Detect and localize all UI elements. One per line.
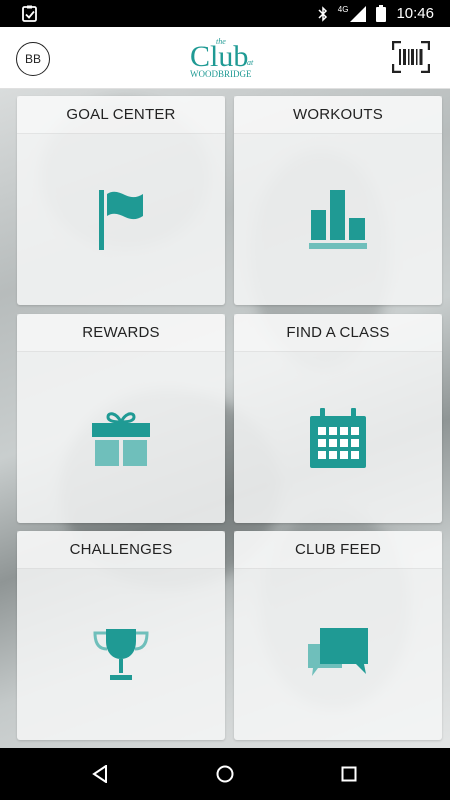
trophy-icon xyxy=(93,628,149,680)
tile-title: WORKOUTS xyxy=(234,96,442,134)
recents-button[interactable] xyxy=(335,760,363,788)
network-type-label: 4G xyxy=(337,5,349,14)
find-a-class-tile[interactable]: FIND A CLASS xyxy=(234,314,442,523)
goal-center-tile[interactable]: GOAL CENTER xyxy=(17,96,225,305)
tile-title: FIND A CLASS xyxy=(234,314,442,352)
gift-icon xyxy=(92,411,150,466)
home-button[interactable] xyxy=(211,760,239,788)
tile-title: CHALLENGES xyxy=(17,531,225,569)
logo-woodbridge: WOODBRIDGE xyxy=(190,69,252,79)
bluetooth-icon xyxy=(318,5,327,22)
home-icon xyxy=(216,765,234,783)
tile-title: CLUB FEED xyxy=(234,531,442,569)
flag-icon xyxy=(99,189,143,250)
status-bar: 4G 10:46 xyxy=(0,0,450,27)
status-time: 10:46 xyxy=(396,5,434,22)
recents-icon xyxy=(341,766,357,782)
logo-at: at xyxy=(247,58,254,67)
navigation-bar xyxy=(0,748,450,800)
barcode-scan-icon[interactable] xyxy=(392,41,430,73)
app-header: BB the Club at WOODBRIDGE xyxy=(0,27,450,89)
club-feed-tile[interactable]: CLUB FEED xyxy=(234,531,442,740)
battery-icon xyxy=(376,5,387,22)
back-icon xyxy=(92,765,107,783)
tile-title: GOAL CENTER xyxy=(17,96,225,134)
avatar[interactable]: BB xyxy=(16,42,50,76)
dashboard-grid: GOAL CENTER WORKOUTS REWARDS FIND A CLAS… xyxy=(0,89,450,748)
chat-bubbles-icon xyxy=(308,627,368,676)
rewards-tile[interactable]: REWARDS xyxy=(17,314,225,523)
checkbox-notification-icon xyxy=(22,5,37,22)
club-logo: the Club at WOODBRIDGE xyxy=(190,37,254,79)
calendar-icon xyxy=(310,407,366,468)
back-button[interactable] xyxy=(86,760,114,788)
challenges-tile[interactable]: CHALLENGES xyxy=(17,531,225,740)
workouts-tile[interactable]: WORKOUTS xyxy=(234,96,442,305)
tile-title: REWARDS xyxy=(17,314,225,352)
bar-chart-icon xyxy=(309,189,367,249)
signal-icon xyxy=(350,5,367,22)
